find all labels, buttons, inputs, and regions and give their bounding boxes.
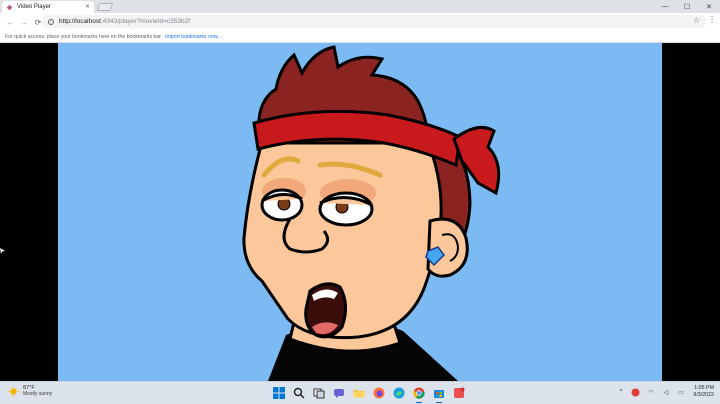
weather-widget[interactable]: 87°F Mostly sunny (8, 385, 52, 397)
video-player[interactable] (58, 43, 662, 381)
app-icon[interactable] (452, 386, 466, 400)
browser-menu-icon[interactable]: ⋮ (708, 16, 716, 24)
clock[interactable]: 1:05 PM 9/3/2022 (693, 385, 714, 399)
chat-icon[interactable] (332, 386, 346, 400)
tray-overflow-chevron-icon[interactable]: ^ (616, 388, 625, 397)
new-tab-button[interactable] (96, 3, 114, 11)
windows-start-icon[interactable] (272, 386, 286, 400)
url-rest: :4343/player?movieId=c353b2f (100, 18, 190, 25)
maximize-button[interactable]: ☐ (676, 0, 698, 13)
firefox-icon[interactable] (372, 386, 386, 400)
chrome-icon[interactable] (412, 386, 426, 403)
tab-close-icon[interactable]: ✕ (85, 4, 90, 10)
bookmark-star-icon[interactable]: ☆ (693, 16, 700, 25)
bookmarks-bar-message: For quick access, place your bookmarks h… (5, 33, 163, 40)
volume-icon[interactable]: ◁ (661, 388, 670, 397)
cartoon-character-illustration (242, 45, 501, 381)
video-area (0, 43, 720, 381)
minimize-button[interactable]: — (654, 0, 676, 13)
url-text: http://localhost:4343/player?movieId=c35… (59, 18, 190, 25)
bookmarks-bar: For quick access, place your bookmarks h… (0, 31, 720, 43)
edge-icon[interactable] (392, 386, 406, 400)
store-icon[interactable] (432, 386, 446, 403)
window-controls: — ☐ ✕ (654, 0, 720, 13)
close-window-button[interactable]: ✕ (698, 0, 720, 13)
clock-date: 9/3/2022 (693, 392, 714, 398)
screen: Video Player ✕ — ☐ ✕ ← → ⟳ i http://loca… (0, 0, 720, 404)
forward-button[interactable]: → (18, 16, 30, 28)
sun-icon (8, 385, 19, 397)
site-info-icon[interactable]: i (48, 18, 54, 25)
search-icon[interactable] (292, 386, 306, 400)
windows-taskbar: 87°F Mostly sunny ^ ◠ ◁ ▭ 1:05 PM 9/3/20… (0, 381, 720, 404)
video-player-favicon-icon (6, 4, 13, 10)
weather-description: Mostly sunny (23, 391, 53, 397)
address-bar[interactable]: i http://localhost:4343/player?movieId=c… (42, 15, 706, 28)
url-host: http://localhost (59, 18, 101, 25)
taskbar-apps (272, 386, 472, 403)
record-icon[interactable] (631, 388, 640, 397)
tab-strip: Video Player ✕ — ☐ ✕ (0, 0, 720, 13)
file-explorer-icon[interactable] (352, 386, 366, 400)
weather-text: 87°F Mostly sunny (23, 385, 52, 397)
browser-toolbar: ← → ⟳ i http://localhost:4343/player?mov… (0, 13, 720, 31)
back-button[interactable]: ← (4, 16, 16, 28)
import-bookmarks-link[interactable]: Import bookmarks now... (165, 34, 222, 40)
tab-video-player[interactable]: Video Player ✕ (2, 1, 94, 13)
wifi-icon[interactable]: ◠ (646, 388, 655, 397)
clock-time: 1:05 PM (694, 385, 714, 391)
tab-title: Video Player (17, 4, 51, 10)
battery-icon[interactable]: ▭ (676, 388, 685, 397)
mouse-cursor-icon (0, 248, 5, 254)
character-ear (426, 217, 469, 278)
system-tray: ^ ◠ ◁ ▭ 1:05 PM 9/3/2022 (616, 385, 714, 399)
task-view-icon[interactable] (312, 386, 326, 400)
